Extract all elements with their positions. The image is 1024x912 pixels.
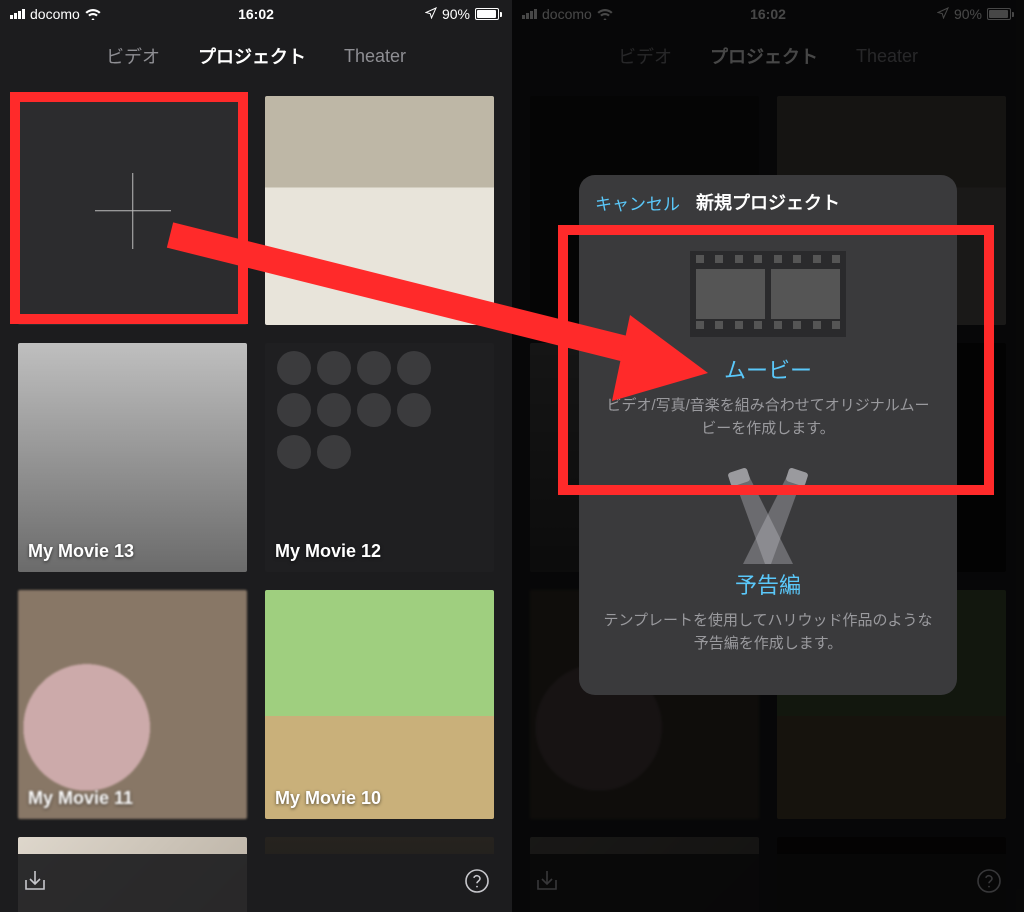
project-tile[interactable] bbox=[265, 96, 494, 325]
bottom-toolbar bbox=[512, 854, 1024, 912]
battery-pct: 90% bbox=[442, 6, 470, 22]
left-phone-screen: docomo 16:02 90% ビデオ プロジェクト Theater My M… bbox=[0, 0, 512, 912]
new-project-tile[interactable] bbox=[18, 96, 247, 325]
tab-theater: Theater bbox=[856, 46, 918, 67]
help-icon[interactable] bbox=[976, 868, 1002, 899]
project-tile[interactable]: My Movie 13 bbox=[18, 343, 247, 572]
tab-video[interactable]: ビデオ bbox=[106, 43, 160, 69]
project-title: My Movie 11 bbox=[28, 788, 133, 809]
bottom-toolbar bbox=[0, 854, 512, 912]
wifi-icon bbox=[597, 8, 613, 20]
signal-icon bbox=[10, 9, 25, 19]
project-grid: My Movie 13 My Movie 12 My Movie 11 My M… bbox=[0, 84, 512, 912]
tab-projects: プロジェクト bbox=[710, 43, 818, 69]
battery-icon bbox=[475, 8, 502, 20]
wifi-icon bbox=[85, 8, 101, 20]
spotlights-icon bbox=[713, 468, 823, 568]
option-movie-desc: ビデオ/写真/音楽を組み合わせてオリジナルムービーを作成します。 bbox=[599, 395, 937, 440]
plus-icon bbox=[95, 173, 171, 249]
project-tile[interactable]: My Movie 10 bbox=[265, 590, 494, 819]
clock: 16:02 bbox=[238, 6, 274, 22]
project-title: My Movie 10 bbox=[275, 788, 381, 809]
battery-icon bbox=[987, 8, 1014, 20]
option-movie-title: ムービー bbox=[599, 353, 937, 385]
signal-icon bbox=[522, 9, 537, 19]
tab-video: ビデオ bbox=[618, 43, 672, 69]
option-trailer-desc: テンプレートを使用してハリウッド作品のような予告編を作成します。 bbox=[599, 610, 937, 655]
filmstrip-icon bbox=[599, 251, 937, 337]
status-bar: docomo 16:02 90% bbox=[512, 0, 1024, 28]
clock: 16:02 bbox=[750, 6, 786, 22]
status-bar: docomo 16:02 90% bbox=[0, 0, 512, 28]
top-tabs: ビデオ プロジェクト Theater bbox=[0, 28, 512, 84]
help-icon[interactable] bbox=[464, 868, 490, 899]
new-project-sheet: キャンセル 新規プロジェクト ムービー ビデオ/写真/音楽を組み合わせてオリジナ… bbox=[579, 175, 957, 695]
project-title: My Movie 13 bbox=[28, 541, 134, 562]
carrier-label: docomo bbox=[542, 6, 592, 22]
option-trailer-title: 予告編 bbox=[599, 568, 937, 600]
import-icon[interactable] bbox=[22, 868, 48, 899]
import-icon[interactable] bbox=[534, 868, 560, 899]
sheet-title: 新規プロジェクト bbox=[696, 189, 840, 215]
option-movie[interactable]: ムービー ビデオ/写真/音楽を組み合わせてオリジナルムービーを作成します。 bbox=[579, 229, 957, 452]
right-phone-screen: docomo 16:02 90% ビデオ プロジェクト Theater bbox=[512, 0, 1024, 912]
battery-pct: 90% bbox=[954, 6, 982, 22]
tab-projects[interactable]: プロジェクト bbox=[198, 43, 306, 69]
project-title: My Movie 12 bbox=[275, 541, 381, 562]
tab-theater[interactable]: Theater bbox=[344, 46, 406, 67]
location-icon bbox=[937, 6, 949, 22]
option-trailer[interactable]: 予告編 テンプレートを使用してハリウッド作品のような予告編を作成します。 bbox=[579, 452, 957, 667]
cancel-button[interactable]: キャンセル bbox=[595, 190, 680, 215]
top-tabs: ビデオ プロジェクト Theater bbox=[512, 28, 1024, 84]
carrier-label: docomo bbox=[30, 6, 80, 22]
project-tile[interactable]: My Movie 11 bbox=[18, 590, 247, 819]
location-icon bbox=[425, 6, 437, 22]
project-tile[interactable]: My Movie 12 bbox=[265, 343, 494, 572]
